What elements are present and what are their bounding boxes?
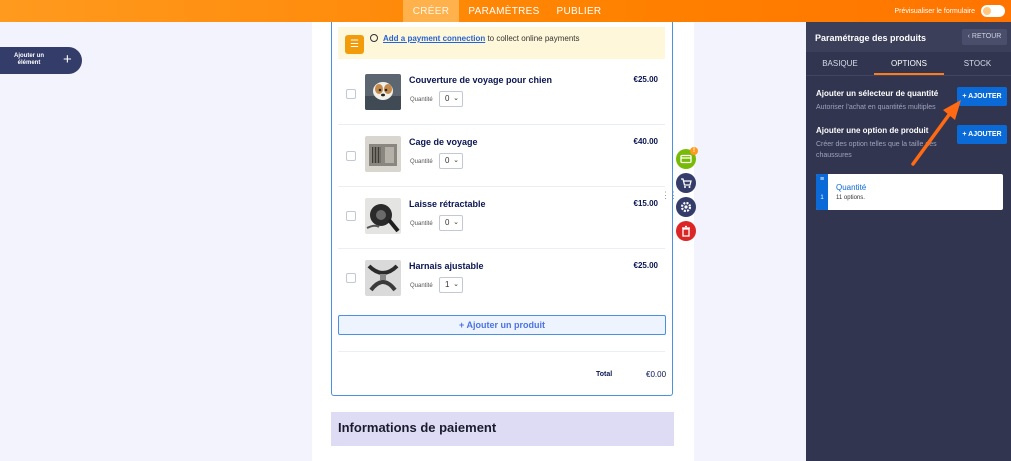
tab-basique[interactable]: BASIQUE: [806, 52, 874, 75]
product-name: Couverture de voyage pour chien: [409, 75, 553, 85]
product-image-travel-crate: [365, 136, 401, 172]
payment-section-title: Informations de paiement: [338, 420, 497, 435]
divider: [338, 351, 665, 352]
add-element-button[interactable]: Ajouter un élément +: [0, 47, 82, 74]
notice-rest-text: to collect online payments: [485, 34, 580, 43]
quantity-card-subtitle: 11 options.: [836, 195, 865, 201]
product-image-harness: [365, 260, 401, 296]
chevron-down-icon: ⌄: [453, 157, 459, 164]
tab-options[interactable]: OPTIONS: [874, 52, 944, 75]
product-price: €15.00: [633, 199, 658, 208]
product-image-retractable-leash: [365, 198, 401, 234]
quantity-select[interactable]: 0 ⌄: [439, 91, 463, 107]
product-checkbox[interactable]: [346, 273, 356, 283]
back-label: RETOUR: [971, 33, 1002, 40]
add-element-label: Ajouter un élément: [14, 53, 44, 66]
quantity-select[interactable]: 0 ⌄: [439, 153, 463, 169]
quantity-label: Quantité: [410, 221, 433, 227]
total-value: €0.00: [646, 370, 667, 379]
payment-notice-text: Add a payment connection to collect onli…: [383, 34, 580, 43]
quantity-option-card[interactable]: [816, 174, 1003, 210]
back-button[interactable]: ‹ RETOUR: [962, 29, 1007, 45]
quantity-selector-title: Ajouter un sélecteur de quantité: [816, 89, 939, 98]
product-row: Laisse rétractable €15.00 Quantité 0 ⌄: [338, 187, 665, 249]
annotation-arrow-icon: [911, 100, 961, 166]
list-icon: ☰: [345, 35, 364, 54]
toggle-knob: [983, 7, 991, 15]
add-product-button[interactable]: + Ajouter un produit: [338, 315, 666, 335]
quantity-card-title: Quantité: [836, 183, 867, 192]
quantity-select[interactable]: 0 ⌄: [439, 215, 463, 231]
product-image-dog-blanket: [365, 74, 401, 110]
total-label: Total: [596, 371, 613, 378]
cart-icon[interactable]: [676, 173, 696, 193]
drag-handle-icon[interactable]: ⋮⋮: [661, 191, 678, 200]
gear-icon[interactable]: [676, 197, 696, 217]
menu-icon: ≡: [819, 176, 825, 183]
quantity-select[interactable]: 1 ⌄: [439, 277, 463, 293]
preview-toggle[interactable]: [981, 5, 1005, 17]
tab-divider: [806, 75, 1011, 76]
quantity-value: 0: [445, 218, 450, 227]
product-price: €40.00: [633, 137, 658, 146]
quantity-label: Quantité: [410, 283, 433, 289]
product-row: Cage de voyage €40.00 Quantité 0 ⌄: [338, 125, 665, 187]
product-row: Couverture de voyage pour chien €25.00 Q…: [338, 63, 665, 125]
product-price: €25.00: [633, 75, 658, 84]
notice-radio[interactable]: [370, 34, 378, 42]
option-drag-bar[interactable]: ≡ 1: [816, 174, 828, 210]
product-row: Harnais ajustable €25.00 Quantité 1 ⌄: [338, 249, 665, 311]
option-index: 1: [820, 195, 824, 201]
quantity-label: Quantité: [410, 97, 433, 103]
plus-icon: +: [63, 51, 72, 68]
chevron-down-icon: ⌄: [453, 281, 459, 288]
payment-notice: [338, 27, 665, 59]
chevron-down-icon: ⌄: [453, 95, 459, 102]
chevron-down-icon: ⌄: [453, 219, 459, 226]
preview-form-label: Prévisualiser le formulaire: [894, 7, 975, 15]
quantity-value: 1: [445, 280, 450, 289]
product-checkbox[interactable]: [346, 151, 356, 161]
quantity-label: Quantité: [410, 159, 433, 165]
product-checkbox[interactable]: [346, 89, 356, 99]
panel-title: Paramétrage des produits: [815, 33, 927, 43]
product-price: €25.00: [633, 261, 658, 270]
product-checkbox[interactable]: [346, 211, 356, 221]
product-name: Laisse rétractable: [409, 199, 486, 209]
quantity-value: 0: [445, 156, 450, 165]
tab-publier[interactable]: PUBLIER: [550, 0, 608, 22]
notification-badge: !: [690, 147, 698, 155]
product-name: Cage de voyage: [409, 137, 478, 147]
tab-creer[interactable]: CRÉER: [403, 0, 459, 22]
tab-parametres[interactable]: PARAMÈTRES: [465, 0, 543, 22]
add-payment-connection-link[interactable]: Add a payment connection: [383, 34, 485, 43]
product-name: Harnais ajustable: [409, 261, 484, 271]
trash-icon[interactable]: [676, 221, 696, 241]
quantity-value: 0: [445, 94, 450, 103]
tab-stock[interactable]: STOCK: [944, 52, 1011, 75]
